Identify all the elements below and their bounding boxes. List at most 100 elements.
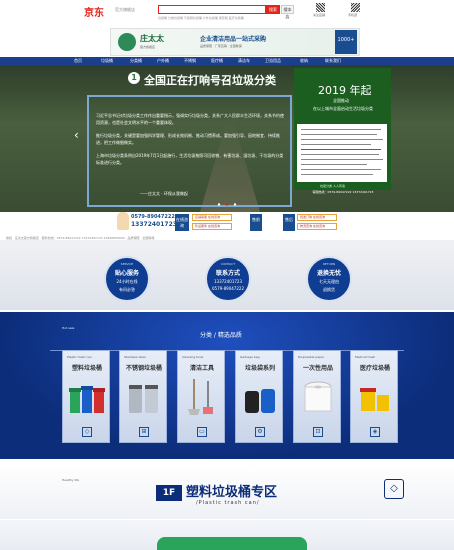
- banner-badge: 1000+: [335, 30, 357, 54]
- grid-icon: ⊞: [139, 427, 149, 437]
- presale-button[interactable]: 售前: [250, 214, 262, 231]
- card-name: 垃圾袋系列: [244, 365, 275, 372]
- store-logo[interactable]: 京东: [84, 4, 104, 19]
- floor-number: 1F: [156, 485, 182, 501]
- hero-number-badge: 1: [128, 72, 140, 84]
- nav-item[interactable]: 医疗桶: [211, 57, 223, 65]
- mascot-icon: [117, 212, 129, 230]
- floor-title: 塑料垃圾桶专区: [186, 485, 278, 500]
- service-title: 贴心服务: [114, 270, 139, 277]
- store-logo-sub: 官方旗舰店: [115, 7, 135, 12]
- qr-code-icon: [316, 3, 325, 12]
- brand-logo-icon: [118, 33, 136, 51]
- nav-item[interactable]: 联系我们: [325, 57, 341, 65]
- nav-item[interactable]: 分类桶: [130, 57, 142, 65]
- carousel-dots[interactable]: [215, 203, 239, 206]
- card-name: 医疗垃圾桶: [359, 365, 390, 372]
- service-chat-link[interactable]: 店铺客服 在线咨询: [192, 214, 232, 221]
- aftersale-button[interactable]: 售后: [283, 214, 295, 231]
- carousel-dot[interactable]: [225, 203, 229, 206]
- service-tag: CONTACT: [220, 262, 236, 266]
- carousel-dot[interactable]: [217, 203, 221, 206]
- phone-number: 13372401723: [131, 221, 177, 228]
- diamond-icon: ◇: [384, 479, 404, 499]
- chevron-left-icon[interactable]: ‹: [74, 128, 79, 142]
- category-card[interactable]: Garbage bag 垃圾袋系列 ⚙: [235, 350, 283, 443]
- nav-item[interactable]: 垃圾桶: [101, 57, 113, 65]
- nav-item[interactable]: 清洁车: [238, 57, 250, 65]
- cleaning-tools-image: [188, 379, 213, 415]
- side-panel-footer: 垃圾分类 人人有责: [320, 184, 345, 188]
- category-card[interactable]: Medical trash 医疗垃圾桶 ◈: [350, 350, 398, 443]
- service-line: 13372401723: [214, 279, 242, 284]
- medical-icon: ◈: [370, 427, 380, 437]
- card-name: 一次性用品: [302, 365, 333, 372]
- banner-tags: 品质保障 · 厂家直销 · 全国联保: [200, 44, 242, 48]
- qr-code-icon: [351, 3, 360, 12]
- service-line: 退换货: [323, 287, 335, 292]
- category-tag: Hot sale: [62, 326, 75, 330]
- service-tag: SERVICE: [120, 262, 134, 266]
- side-panel-title: 2019 年起: [318, 84, 372, 97]
- hero-paragraph: 推行垃圾分类，关键是要加强科学管理、形成长效机制、推动习惯养成。要加强引导、因地…: [96, 133, 280, 145]
- nav-item[interactable]: 不锈钢: [184, 57, 196, 65]
- box-icon: ⊡: [313, 427, 323, 437]
- garbage-bag-image: [245, 389, 275, 413]
- brand-name: 庄太太: [140, 34, 164, 43]
- category-card[interactable]: Cleaning tools 清洁工具 ▭: [177, 350, 225, 443]
- paper-roll-image: [304, 381, 332, 412]
- nav-item[interactable]: 首页: [74, 57, 82, 65]
- product-image[interactable]: [157, 537, 307, 550]
- side-panel-contact: 客服热线：0579-89047222 13372401723: [312, 190, 374, 194]
- gear-icon: ⚙: [255, 427, 265, 437]
- service-care[interactable]: SERVICE 贴心服务 24小时在线 有问必答: [104, 256, 150, 302]
- tray-icon: ▭: [197, 427, 207, 437]
- hotline-number: 0579-89047222: [131, 214, 175, 220]
- hero-paragraph: 上海市垃圾分类条例自2019年7月1日起施行，生活垃圾按照可回收物、有害垃圾、湿…: [96, 153, 284, 165]
- floor-subtitle: /Plastic trash can/: [196, 500, 260, 506]
- service-tag: RETURN: [322, 262, 336, 266]
- consult-button[interactable]: 在线咨询: [175, 214, 189, 231]
- floor-corner-label: Healthy life: [62, 478, 80, 482]
- search-input[interactable]: [158, 5, 266, 14]
- service-line: 有问必答: [119, 287, 135, 292]
- card-en-label: Disposable paper: [298, 355, 325, 359]
- qr-label: 关注店铺: [313, 13, 326, 17]
- category-card[interactable]: Disposable paper 一次性用品 ⊡: [293, 350, 341, 443]
- plastic-bin-image: [69, 386, 105, 413]
- service-chat-link[interactable]: 物流查询 在线咨询: [297, 223, 337, 230]
- service-title: 联系方式: [215, 270, 240, 277]
- service-chat-link[interactable]: 批发订购 在线咨询: [297, 214, 337, 221]
- document-image: [297, 124, 387, 182]
- main-nav: [0, 57, 454, 65]
- service-title: 退换无忧: [316, 270, 341, 277]
- card-en-label: Garbage bag: [240, 355, 260, 359]
- service-chat-link[interactable]: 售后服务 在线咨询: [192, 223, 232, 230]
- medical-bin-image: [360, 388, 389, 411]
- card-name: 清洁工具: [189, 365, 214, 372]
- diamond-icon: ◇: [82, 427, 92, 437]
- nav-item[interactable]: 户外桶: [157, 57, 169, 65]
- search-button[interactable]: 搜索: [266, 5, 280, 14]
- service-line: 七天无理由: [319, 279, 339, 284]
- card-en-label: Cleaning tools: [182, 355, 204, 359]
- service-line: 0579-89047222: [212, 286, 244, 291]
- service-contact[interactable]: CONTACT 联系方式 13372401723 0579-89047222: [205, 256, 251, 302]
- category-card[interactable]: Stainless steel 不锈钢垃圾桶 ⊞: [119, 350, 167, 443]
- hero-title: 全国正在打响号召垃圾分类: [144, 74, 276, 87]
- nav-item[interactable]: 卫浴用品: [265, 57, 281, 65]
- steel-bin-image: [129, 385, 158, 413]
- side-panel-subtitle: 全国推动: [333, 98, 349, 103]
- nav-item[interactable]: 收纳: [300, 57, 308, 65]
- carousel-dot[interactable]: [233, 203, 237, 206]
- hot-search-words[interactable]: 垃圾桶 分类垃圾桶 不锈钢垃圾桶 户外垃圾桶 果皮箱 医疗垃圾桶: [158, 16, 298, 20]
- card-name: 不锈钢垃圾桶: [125, 365, 162, 372]
- category-card[interactable]: Plastic trash can 塑料垃圾桶 ◇: [62, 350, 110, 443]
- banner-title: 企业清洁用品一站式采购: [200, 36, 267, 43]
- service-return[interactable]: RETURN 退换无忧 七天无理由 退换货: [306, 256, 352, 302]
- brand-desc: 官方旗舰店: [140, 45, 156, 49]
- card-name: 塑料垃圾桶: [71, 365, 102, 372]
- service-line: 24小时在线: [116, 279, 138, 284]
- search-store-button[interactable]: 搜本店: [281, 5, 294, 19]
- qr-label: 手机逛: [348, 13, 358, 17]
